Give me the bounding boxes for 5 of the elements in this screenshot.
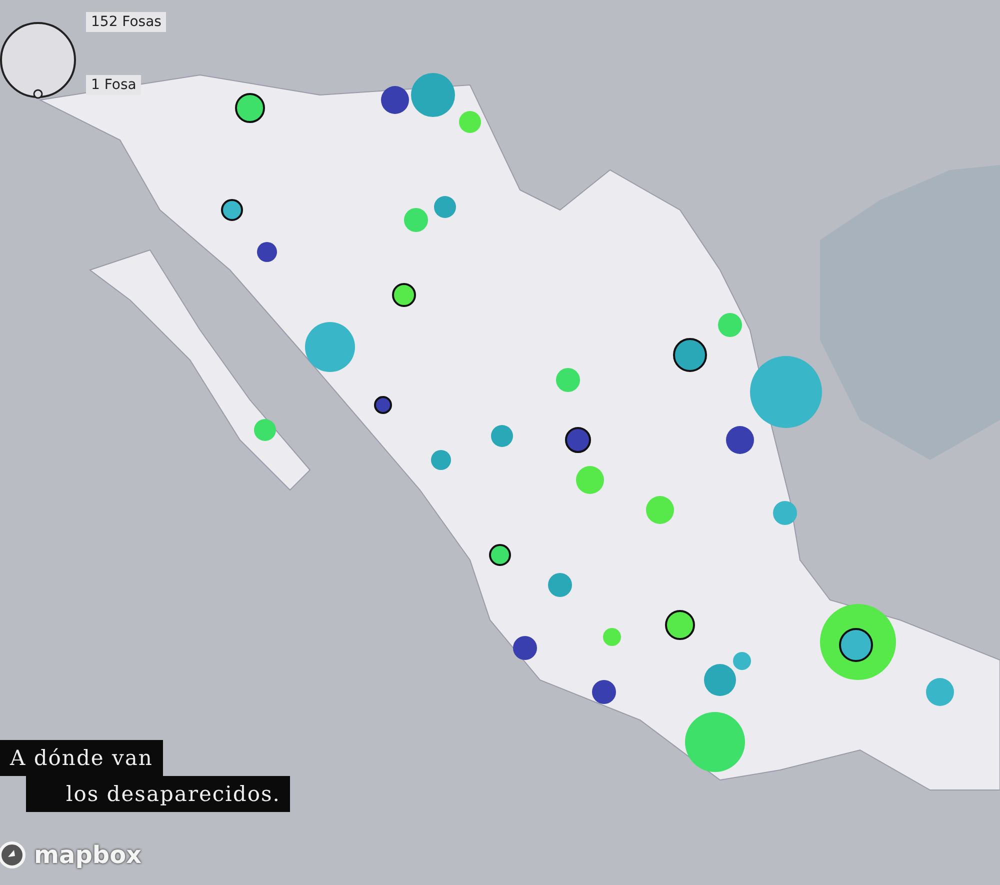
legend-max-label: 152 Fosas	[86, 12, 166, 32]
mapbox-logo-text: mapbox	[34, 841, 142, 869]
map-title: los desaparecidos.	[26, 776, 290, 812]
legend-min-label: 1 Fosa	[86, 75, 142, 95]
map-title: A dónde van	[0, 740, 163, 776]
